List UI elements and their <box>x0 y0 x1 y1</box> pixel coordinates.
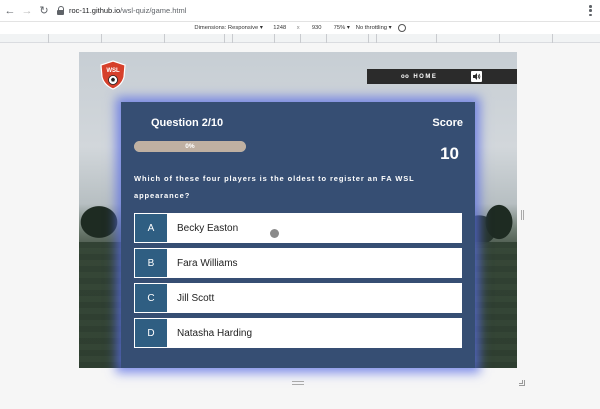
mouse-cursor <box>270 229 279 238</box>
home-label: HOME <box>413 73 438 80</box>
score-value: 10 <box>440 144 459 163</box>
forward-icon[interactable]: → <box>20 4 34 18</box>
browser-toolbar: ← → ↻ roc-11.github.io/wsl-quiz/game.htm… <box>0 0 600 22</box>
home-dots-icon: oo <box>401 73 410 80</box>
top-nav-bar: oo HOME <box>367 69 517 84</box>
reload-icon[interactable]: ↻ <box>37 4 51 18</box>
rotate-icon[interactable] <box>397 24 406 32</box>
media-query-ruler <box>0 34 600 43</box>
throttling-select[interactable]: No throttling ▾ <box>356 25 392 31</box>
question-counter: Question 2/10 <box>151 117 224 129</box>
viewport-resize-handle-right[interactable] <box>521 210 524 220</box>
zoom-select[interactable]: 75% ▾ <box>334 25 350 31</box>
url-host: roc-11.github.io <box>69 6 121 15</box>
url-text: roc-11.github.io/wsl-quiz/game.html <box>69 6 186 15</box>
lock-icon <box>57 5 65 16</box>
answer-text: Becky Easton <box>177 222 239 234</box>
address-bar[interactable]: roc-11.github.io/wsl-quiz/game.html <box>57 3 186 19</box>
height-input[interactable]: 930 <box>306 25 328 31</box>
score-label: Score <box>432 117 463 129</box>
answer-option-b[interactable]: B Fara Williams <box>134 248 462 278</box>
url-path: /wsl-quiz/game.html <box>120 6 187 15</box>
answer-letter: B <box>134 248 168 278</box>
dimension-separator: x <box>296 25 300 31</box>
logo-text: WSL <box>106 68 120 74</box>
dimensions-select[interactable]: Dimensions: Responsive ▾ <box>194 25 262 31</box>
answer-list: A Becky Easton B Fara Williams C Jill Sc… <box>134 213 462 353</box>
progress-bar: 0% <box>134 141 246 152</box>
answer-text: Jill Scott <box>177 292 215 304</box>
answer-text: Fara Williams <box>177 257 238 269</box>
width-input[interactable]: 1248 <box>269 25 291 31</box>
browser-menu-icon[interactable] <box>589 5 592 16</box>
question-text: Which of these four players is the oldes… <box>134 174 415 200</box>
answer-option-c[interactable]: C Jill Scott <box>134 283 462 313</box>
wsl-logo[interactable]: WSL <box>100 60 126 90</box>
quiz-card: Question 2/10 Score 10 0% Which of these… <box>121 102 475 368</box>
device-toolbar: Dimensions: Responsive ▾ 1248 x 930 75% … <box>0 22 600 34</box>
answer-text: Natasha Harding <box>177 327 253 339</box>
progress-text: 0% <box>185 143 195 150</box>
answer-letter: D <box>134 318 168 348</box>
answer-option-d[interactable]: D Natasha Harding <box>134 318 462 348</box>
sound-icon[interactable] <box>471 71 482 82</box>
answer-letter: C <box>134 283 168 313</box>
viewport-resize-handle-bottom[interactable] <box>292 381 304 385</box>
answer-option-a[interactable]: A Becky Easton <box>134 213 462 243</box>
answer-letter: A <box>134 213 168 243</box>
back-icon[interactable]: ← <box>3 4 17 18</box>
home-link[interactable]: oo HOME <box>401 74 437 80</box>
viewport-resize-corner[interactable] <box>519 380 525 386</box>
